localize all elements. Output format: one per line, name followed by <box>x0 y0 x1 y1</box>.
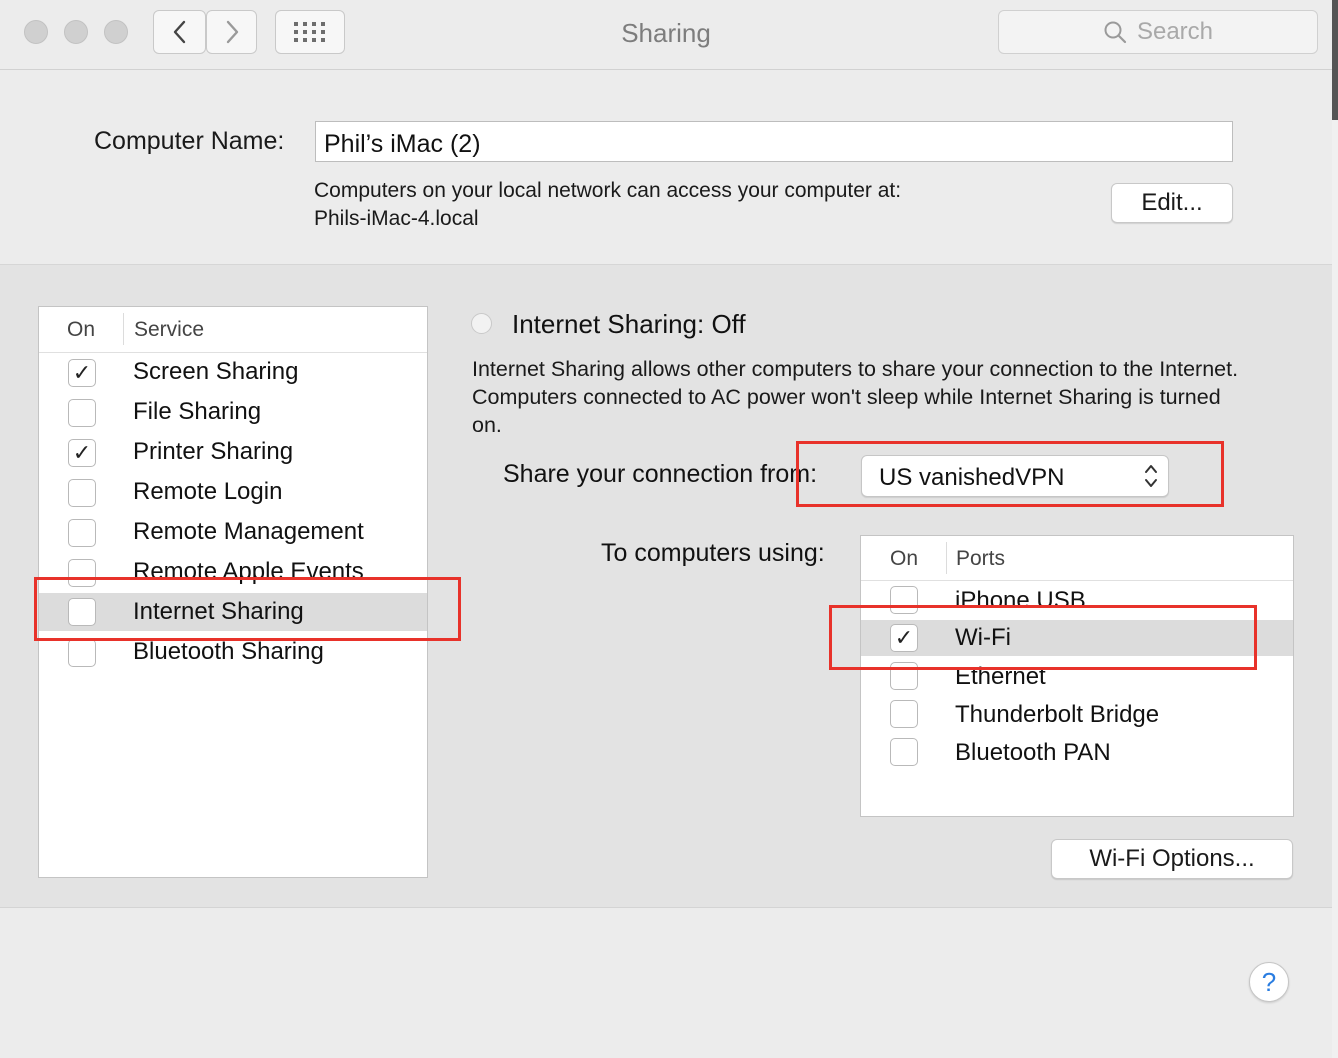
port-label: Bluetooth PAN <box>955 739 1111 766</box>
service-row-printer-sharing[interactable]: ✓ Printer Sharing <box>39 433 427 471</box>
port-row-ethernet[interactable]: Ethernet <box>861 659 1293 695</box>
port-label: Wi-Fi <box>955 624 1011 651</box>
service-checkbox[interactable] <box>68 519 96 547</box>
port-row-bluetooth-pan[interactable]: Bluetooth PAN <box>861 735 1293 771</box>
service-row-internet-sharing[interactable]: Internet Sharing <box>39 593 427 631</box>
column-header-on[interactable]: On <box>67 318 95 342</box>
service-checkbox[interactable] <box>68 639 96 667</box>
port-checkbox[interactable]: ✓ <box>890 624 918 652</box>
to-computers-label: To computers using: <box>601 539 825 567</box>
column-header-on[interactable]: On <box>890 547 918 571</box>
service-label: Screen Sharing <box>133 358 299 385</box>
share-from-value: US vanishedVPN <box>879 464 1065 491</box>
local-hostname: Phils-iMac-4.local <box>314 207 479 230</box>
search-icon <box>1104 21 1127 44</box>
port-label: Thunderbolt Bridge <box>955 701 1160 728</box>
window-titlebar: Sharing Search <box>0 0 1332 70</box>
service-checkbox[interactable]: ✓ <box>68 439 96 467</box>
computer-name-section <box>0 70 1332 265</box>
service-row-remote-management[interactable]: Remote Management <box>39 513 427 551</box>
service-label: Remote Login <box>133 478 283 505</box>
service-label: Remote Apple Events <box>133 558 364 585</box>
local-network-note: Computers on your local network can acce… <box>314 177 901 233</box>
up-down-chevron-icon <box>1145 465 1157 487</box>
port-checkbox[interactable] <box>890 662 918 690</box>
share-from-label: Share your connection from: <box>503 460 818 488</box>
port-label: iPhone USB <box>955 587 1086 614</box>
column-header-service[interactable]: Service <box>134 318 204 342</box>
port-row-wi-fi[interactable]: ✓ Wi-Fi <box>861 620 1293 656</box>
port-checkbox[interactable] <box>890 700 918 728</box>
port-label: Ethernet <box>955 663 1046 690</box>
service-row-screen-sharing[interactable]: ✓ Screen Sharing <box>39 353 427 391</box>
service-checkbox[interactable]: ✓ <box>68 359 96 387</box>
computer-name-input[interactable]: Phil’s iMac (2) <box>315 121 1233 162</box>
checkmark-icon: ✓ <box>72 360 92 385</box>
service-row-remote-login[interactable]: Remote Login <box>39 473 427 511</box>
column-header-ports[interactable]: Ports <box>956 547 1005 571</box>
service-checkbox[interactable] <box>68 399 96 427</box>
help-icon: ? <box>1261 966 1277 997</box>
services-list[interactable]: On Service ✓ Screen Sharing File Sharing… <box>38 306 428 878</box>
service-label: Printer Sharing <box>133 438 294 465</box>
port-checkbox[interactable] <box>890 586 918 614</box>
window-edge <box>1332 0 1338 1058</box>
computer-name-label: Computer Name: <box>94 127 285 155</box>
checkmark-icon: ✓ <box>894 625 914 650</box>
service-label: File Sharing <box>133 398 262 425</box>
help-button[interactable]: ? <box>1249 962 1289 1002</box>
service-checkbox[interactable] <box>68 559 96 587</box>
port-row-iphone-usb[interactable]: iPhone USB <box>861 583 1293 619</box>
service-label: Bluetooth Sharing <box>133 638 324 665</box>
checkmark-icon: ✓ <box>72 440 92 465</box>
service-checkbox[interactable] <box>68 598 96 626</box>
service-row-remote-apple-events[interactable]: Remote Apple Events <box>39 553 427 591</box>
service-label: Internet Sharing <box>133 598 304 625</box>
search-placeholder: Search <box>1136 18 1214 45</box>
local-network-note-line1: Computers on your local network can acce… <box>314 179 902 202</box>
status-indicator-icon <box>471 313 492 334</box>
share-from-select[interactable]: US vanishedVPN <box>861 455 1169 497</box>
ports-list[interactable]: On Ports iPhone USB ✓ Wi-Fi Ethernet Thu… <box>860 535 1294 817</box>
service-checkbox[interactable] <box>68 479 96 507</box>
service-row-file-sharing[interactable]: File Sharing <box>39 393 427 431</box>
internet-sharing-description: Internet Sharing allows other computers … <box>472 357 1239 437</box>
port-row-thunderbolt-bridge[interactable]: Thunderbolt Bridge <box>861 697 1293 733</box>
edit-button[interactable]: Edit... <box>1111 183 1233 223</box>
port-checkbox[interactable] <box>890 738 918 766</box>
service-label: Remote Management <box>133 518 364 545</box>
search-field[interactable]: Search <box>998 10 1318 54</box>
services-list-header: On Service <box>39 307 427 353</box>
service-row-bluetooth-sharing[interactable]: Bluetooth Sharing <box>39 633 427 671</box>
internet-sharing-status: Internet Sharing: Off <box>512 309 746 339</box>
ports-list-header: On Ports <box>861 536 1293 581</box>
wifi-options-button[interactable]: Wi-Fi Options... <box>1051 839 1293 879</box>
